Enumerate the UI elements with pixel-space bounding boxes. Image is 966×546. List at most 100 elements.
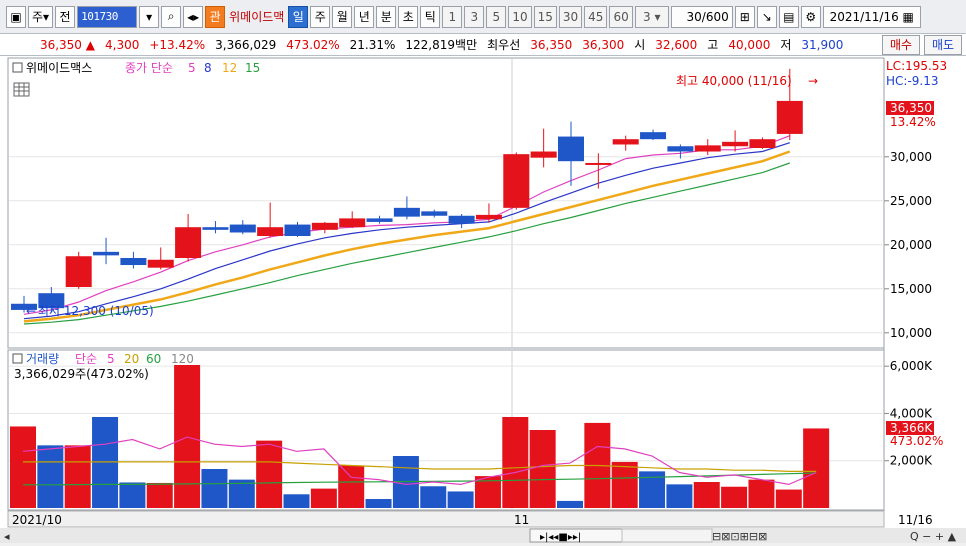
high-label: 고: [707, 38, 719, 52]
date-input[interactable]: 2021/11/16 ▦: [822, 5, 921, 28]
code-dropdown-icon[interactable]: ▾: [139, 5, 160, 28]
volume-bar: [119, 482, 146, 508]
volume-bar: [283, 494, 310, 508]
bid-price: 36,300: [582, 37, 625, 52]
period-second[interactable]: 초: [398, 5, 419, 28]
minute-1[interactable]: 1: [442, 5, 463, 28]
minute-30[interactable]: 30: [558, 5, 583, 28]
price-tick-label: 10,000: [890, 326, 932, 340]
minute-10[interactable]: 10: [508, 5, 532, 28]
buy-button[interactable]: 매수: [882, 34, 920, 55]
candle-body: [65, 256, 92, 288]
candle-body: [175, 227, 202, 258]
volume-bar: [803, 428, 830, 508]
volume-bar: [502, 417, 529, 508]
minute-select[interactable]: 3 ▾: [634, 5, 669, 28]
volume-bar: [666, 484, 693, 508]
candle-body: [366, 218, 393, 222]
volume-tick-label: 2,000K: [890, 454, 933, 468]
candle-body: [694, 145, 721, 152]
open-price: 32,600: [655, 37, 698, 52]
layout-icon[interactable]: ▣: [6, 5, 26, 28]
price-tick-label: 15,000: [890, 282, 932, 296]
open-label: 시: [634, 38, 646, 52]
volume-bar: [64, 445, 91, 508]
period-minute[interactable]: 분: [376, 5, 397, 28]
search-icon[interactable]: ⌕: [161, 5, 182, 28]
chart-area[interactable]: 위메이드맥스 종가 단순 5 8 12 15 최고 40,000 (11/16)…: [0, 56, 966, 543]
gear-icon[interactable]: ⚙: [800, 5, 821, 28]
sell-button[interactable]: 매도: [924, 34, 962, 55]
candle-body: [776, 100, 803, 134]
volume-bar: [748, 479, 775, 508]
volume-bar: [256, 440, 283, 508]
candle-body: [448, 215, 475, 224]
line-tool-icon[interactable]: ↘: [756, 5, 777, 28]
scroll-left-icon[interactable]: ◂: [4, 530, 10, 543]
playback-icons[interactable]: ▸|◂◂■▸▸|: [540, 532, 581, 543]
volume-legend-name: 거래량: [26, 352, 59, 366]
table-view-icon[interactable]: [13, 82, 30, 97]
stock-code-input[interactable]: 101730: [77, 5, 138, 28]
minute-5[interactable]: 5: [486, 5, 507, 28]
candle-body: [722, 141, 749, 147]
candle-body: [257, 227, 284, 236]
volume-bar: [529, 430, 556, 508]
last-price-label: 36,350: [890, 101, 932, 115]
period-year[interactable]: 년: [354, 5, 375, 28]
lc-label: LC:195.53: [886, 59, 947, 73]
price-tick-label: 30,000: [890, 150, 932, 164]
stock-name: 위메이드맥: [229, 10, 285, 24]
price-legend-ma-label: 종가 단순: [125, 61, 173, 75]
minute-15[interactable]: 15: [533, 5, 557, 28]
x-axis-end: 11/16: [898, 513, 933, 527]
zoom-controls-icons[interactable]: Q − + ▲: [910, 530, 957, 543]
price-legend-name: 위메이드맥스: [26, 61, 92, 75]
candle-body: [202, 227, 229, 230]
legend-ma5: 5: [188, 61, 196, 75]
period-week[interactable]: 주: [310, 5, 331, 28]
volume-legend-ma20: 20: [124, 352, 139, 366]
volume-bar: [10, 426, 36, 508]
candle-body: [284, 224, 311, 236]
low-arrow-icon: ←: [26, 304, 36, 318]
volume-tick-label: 6,000K: [890, 359, 933, 373]
candle-body: [421, 211, 448, 216]
candle-body: [530, 151, 557, 158]
candle-body: [93, 251, 120, 256]
low-price: 31,900: [801, 37, 844, 52]
period-tick[interactable]: 틱: [420, 5, 441, 28]
period-day[interactable]: 일: [288, 5, 309, 28]
range-slider[interactable]: [621, 528, 713, 543]
candle-body: [612, 139, 639, 145]
low-annotation: 최저 12,300 (10/05): [38, 304, 154, 318]
low-label: 저: [780, 38, 792, 52]
zoom-tools-icons[interactable]: ⊟⊠⊡⊞⊟⊠: [712, 530, 767, 543]
turnover-rate: 21.31%: [349, 37, 396, 52]
data-count-input[interactable]: 30/600: [670, 5, 733, 28]
price-change: 4,300: [105, 37, 140, 52]
minute-45[interactable]: 45: [584, 5, 608, 28]
sound-icon[interactable]: ◂▸: [183, 5, 204, 28]
save-icon[interactable]: ▤: [778, 5, 799, 28]
minute-60[interactable]: 60: [609, 5, 633, 28]
scroll-bar[interactable]: [0, 528, 966, 543]
quote-bar: 36,350 ▲ 4,300 +13.42% 3,366,029 473.02%…: [0, 34, 966, 56]
stock-chart[interactable]: 위메이드맥스 종가 단순 5 8 12 15 최고 40,000 (11/16)…: [0, 56, 966, 543]
prev-button[interactable]: 전: [55, 5, 76, 28]
candle-body: [393, 207, 420, 217]
market-select[interactable]: 주 ▾: [28, 5, 54, 28]
high-annotation: 최고 40,000 (11/16): [676, 74, 792, 88]
volume-legend-ma60: 60: [146, 352, 161, 366]
candle-body: [640, 132, 667, 140]
candle-body: [503, 154, 530, 208]
minute-3[interactable]: 3: [464, 5, 485, 28]
trade-amount: 122,819백만: [405, 38, 478, 52]
volume-rate-label: 473.02%: [890, 434, 943, 448]
watch-tag[interactable]: 관: [205, 5, 226, 28]
add-indicator-icon[interactable]: ⊞: [734, 5, 755, 28]
volume-tick-label: 4,000K: [890, 406, 933, 420]
period-month[interactable]: 월: [332, 5, 353, 28]
current-price: 36,350 ▲: [39, 37, 95, 52]
candle-body: [667, 146, 694, 152]
